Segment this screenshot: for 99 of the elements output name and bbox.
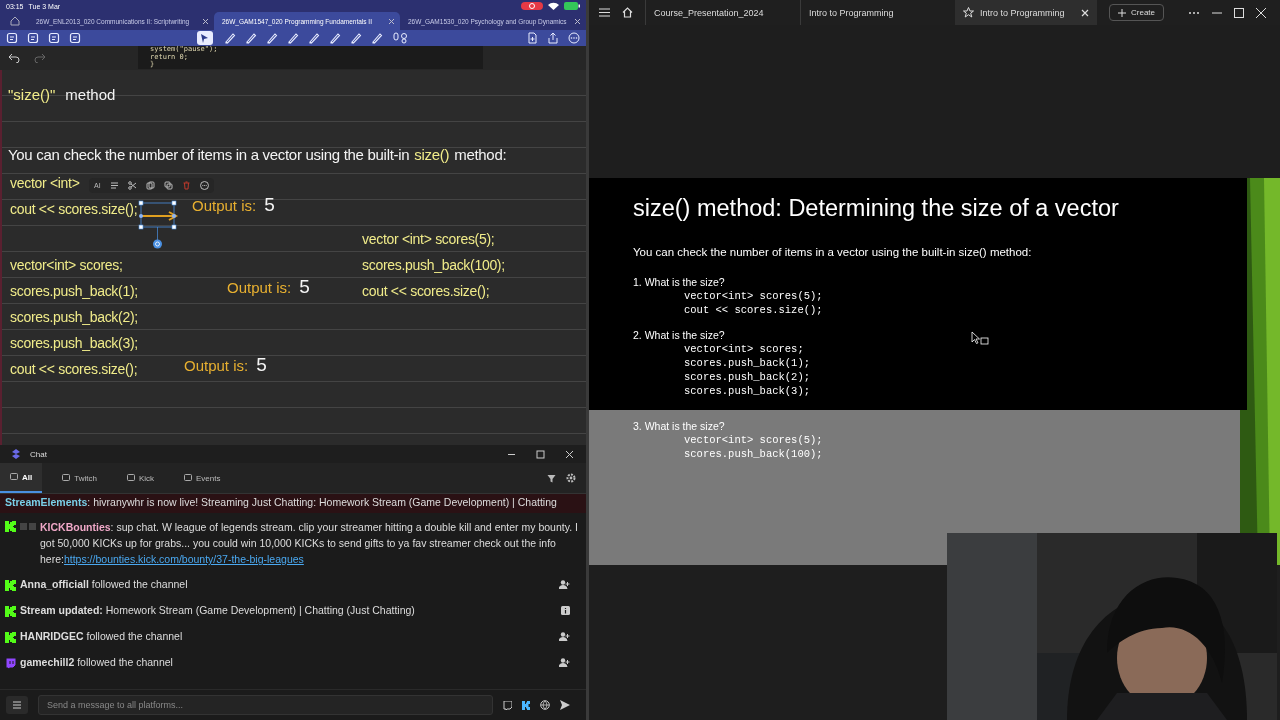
close-icon[interactable] <box>565 449 574 459</box>
kick-logo-icon <box>5 631 16 643</box>
more-icon[interactable] <box>199 181 209 190</box>
kick-logo-icon <box>5 579 16 591</box>
output-label: Output is: <box>184 357 249 374</box>
kick-logo-icon <box>5 521 16 532</box>
note-code: cout << scores.size(); <box>362 282 490 301</box>
slide-title: size() method: Determining the size of a vector <box>633 195 1120 222</box>
add-page-icon[interactable] <box>526 32 538 44</box>
note-code: scores.push_back(1); <box>10 282 138 301</box>
kick-logo-icon[interactable] <box>522 700 530 710</box>
document-tab[interactable]: Intro to Programming <box>955 0 1097 25</box>
output-label: Output is: <box>192 197 257 214</box>
info-icon <box>561 605 570 615</box>
slide-text: You can check the number of items in a vector using the built-in size() method: <box>633 246 1033 258</box>
maximize-icon[interactable] <box>536 449 545 459</box>
platform-icon <box>62 474 71 482</box>
note-text: method: <box>454 146 507 163</box>
plus-icon <box>1118 8 1126 17</box>
document-tab[interactable]: Intro to Programming <box>800 0 943 25</box>
event-text: HANRIDGEC followed the channel <box>20 629 183 644</box>
pen-icon[interactable] <box>224 32 236 44</box>
question-label: 1. What is the size? <box>633 276 725 289</box>
code-line: scores.push_back(3); <box>683 384 811 398</box>
question-label: 2. What is the size? <box>633 329 725 342</box>
event-text: Anna_officiall followed the channel <box>20 577 188 592</box>
document-tab[interactable]: Course_Presentation_2024 <box>645 0 788 25</box>
chat-tab[interactable]: Kick <box>116 463 165 493</box>
close-icon[interactable] <box>202 17 209 25</box>
align-icon[interactable] <box>109 181 119 190</box>
note-heading: "size()" <box>8 86 56 103</box>
redo-icon[interactable] <box>34 53 46 63</box>
note-code: vector<int> scores; <box>10 256 123 275</box>
platform-icon <box>184 474 193 482</box>
output-value: 5 <box>256 354 267 376</box>
event-text: gamechill2 followed the channel <box>20 655 173 670</box>
message-input[interactable]: Send a message to all platforms... <box>38 695 493 715</box>
send-icon[interactable] <box>560 700 570 710</box>
copy-icon[interactable] <box>145 181 155 190</box>
home-icon[interactable] <box>10 16 20 26</box>
twitch-logo-icon <box>5 657 16 669</box>
close-icon[interactable] <box>574 17 581 25</box>
note-code: vector <int> scores(5); <box>362 230 495 249</box>
delete-icon[interactable] <box>181 181 191 190</box>
code-line: cout << scores.size(); <box>683 303 824 317</box>
menu-icon[interactable] <box>599 8 610 17</box>
wifi-icon <box>548 2 559 10</box>
twitch-logo-icon[interactable] <box>503 700 512 710</box>
cursor-icon <box>971 331 989 345</box>
undo-icon[interactable] <box>8 53 20 63</box>
badge-icon <box>20 523 36 530</box>
duplicate-icon[interactable] <box>163 181 173 190</box>
more-icon[interactable] <box>1188 10 1200 15</box>
close-icon[interactable] <box>1081 8 1089 17</box>
question-label: 3. What is the size? <box>633 420 725 433</box>
note-code: cout << scores.size(); <box>10 200 138 219</box>
window-title: Chat <box>30 449 47 459</box>
code-line: scores.push_back(2); <box>683 370 811 384</box>
home-icon[interactable] <box>622 7 633 18</box>
close-icon[interactable] <box>1256 7 1266 18</box>
chat-tab[interactable]: Events <box>174 463 231 493</box>
maximize-icon[interactable] <box>1234 7 1244 18</box>
note-code: scores.push_back(100); <box>362 256 505 275</box>
platform-icon <box>10 473 18 481</box>
message-link[interactable]: https://bounties.kick.com/bounty/37-the-big-leagues <box>63 553 304 565</box>
note-heading: method <box>65 86 116 103</box>
code-line: vector<int> scores(5); <box>683 433 824 447</box>
output-value: 5 <box>299 276 310 298</box>
note-code: scores.push_back(2); <box>10 308 138 327</box>
code-line: vector<int> scores(5); <box>683 289 824 303</box>
follower-icon <box>559 657 570 667</box>
follower-icon <box>559 579 570 589</box>
note-code: vector <int> <box>10 174 80 193</box>
output-value: 5 <box>264 194 275 216</box>
settings-icon[interactable] <box>566 473 576 483</box>
scissors-icon[interactable] <box>127 181 137 190</box>
chat-tab[interactable]: All <box>0 463 43 493</box>
event-text: Stream updated: Homework Stream (Game Development) | Chatting (Just Chatting) <box>20 603 415 618</box>
share-icon[interactable] <box>547 32 559 44</box>
chat-message: StreamElements: hivranywhr is now live! Streaming Just Chatting: Homework Stream (Game Development) | Chatting <box>5 495 557 510</box>
code-line: vector<int> scores; <box>683 342 805 356</box>
lasso-select-icon[interactable] <box>197 31 213 45</box>
filter-icon[interactable] <box>547 473 556 483</box>
platform-icon <box>126 474 135 482</box>
follower-icon <box>559 631 570 641</box>
code-line: scores.push_back(1); <box>683 356 811 370</box>
app-logo-icon <box>12 449 20 459</box>
note-code: cout << scores.size(); <box>10 360 138 379</box>
note-text: You can check the number of items in a vector using the built-in <box>8 146 410 163</box>
note-text: size() <box>414 146 450 163</box>
kick-logo-icon <box>5 605 16 617</box>
create-button[interactable]: Create <box>1109 4 1164 21</box>
output-label: Output is: <box>227 279 292 296</box>
note-code: scores.push_back(3); <box>10 334 138 353</box>
code-line: scores.push_back(100); <box>683 447 824 461</box>
chat-message: KICKBounties: sup chat. W league of legends stream. clip your streamer hitting a double kill and enter my bounty. I got 50,000 KICKs up for grabs... you could win 10,000 KICKs to send gifts to ya fav streamer check out the info here:https://bounties.kick.com/bounty/37-the-big-leagues <box>40 520 579 567</box>
chat-tab[interactable]: Twitch <box>52 463 107 493</box>
battery-icon <box>564 2 580 10</box>
globe-icon[interactable] <box>540 700 550 710</box>
